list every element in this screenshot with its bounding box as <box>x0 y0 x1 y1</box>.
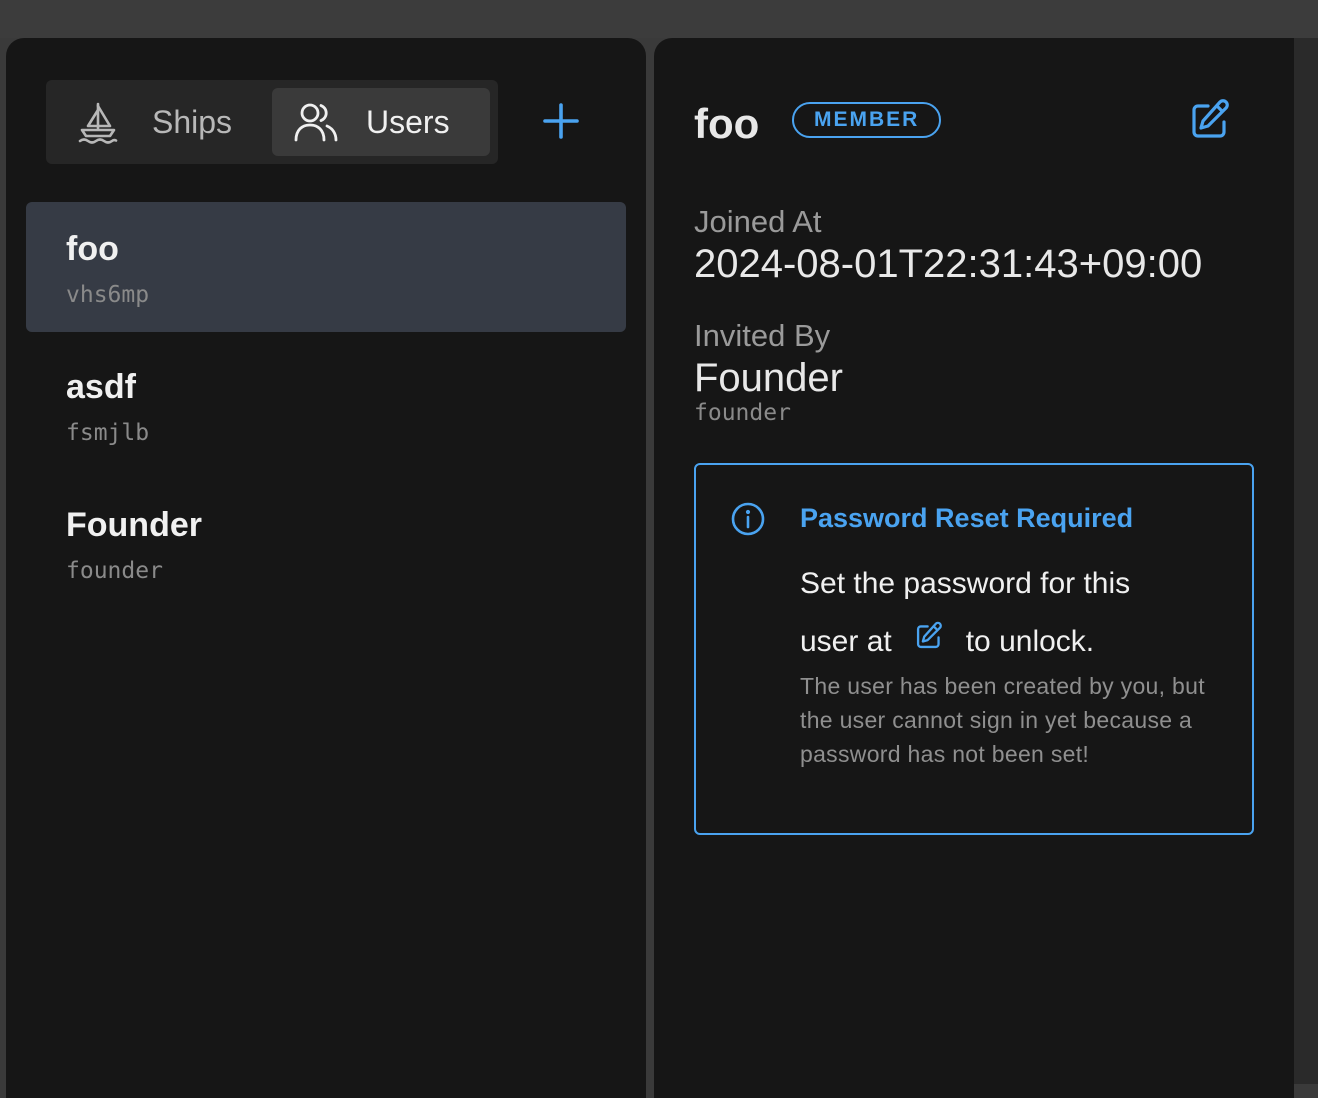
edit-icon <box>1188 98 1232 147</box>
notice-description: The user has been created by you, but th… <box>800 673 1205 767</box>
window-top-strip <box>0 0 1318 38</box>
tab-ships[interactable]: Ships <box>54 88 264 156</box>
joined-at-value: 2024-08-01T22:31:43+09:00 <box>694 242 1203 286</box>
list-item[interactable]: Founder founder <box>26 478 626 608</box>
user-name: asdf <box>66 368 136 406</box>
joined-at-label: Joined At <box>694 204 822 239</box>
password-reset-notice: Password Reset Required Set the password… <box>694 463 1254 835</box>
user-name: Founder <box>66 506 202 544</box>
user-list: foo vhs6mp asdf fsmjlb Founder founder <box>26 202 626 616</box>
status-badge: MEMBER <box>792 102 942 138</box>
user-detail-panel: foo MEMBER Joined At 2024-08-01T22:31:43… <box>654 38 1294 1098</box>
tab-users[interactable]: Users <box>272 88 490 156</box>
info-icon <box>730 501 766 537</box>
notice-message-post: to unlock. <box>965 625 1095 658</box>
user-name: foo <box>66 230 119 268</box>
notice-message-line2: user at to unlock. <box>800 621 1095 659</box>
users-icon <box>290 96 342 148</box>
tab-ships-label: Ships <box>152 103 233 140</box>
users-sidebar: Ships Users foo vhs6mp asdf fsmjlb Found… <box>6 38 646 1098</box>
plus-icon <box>541 101 581 146</box>
adjacent-panel-edge <box>1294 38 1318 1084</box>
user-id: vhs6mp <box>66 282 150 308</box>
add-user-button[interactable] <box>536 98 586 148</box>
invited-by-label: Invited By <box>694 318 831 353</box>
list-item[interactable]: asdf fsmjlb <box>26 340 626 470</box>
sailboat-icon <box>72 96 124 148</box>
edit-icon <box>914 621 944 651</box>
user-id: fsmjlb <box>66 420 150 446</box>
notice-message-line1: Set the password for this <box>800 567 1131 600</box>
invited-by-id: founder <box>694 400 791 426</box>
tab-users-label: Users <box>366 103 450 140</box>
page-title: foo <box>694 100 760 147</box>
notice-message-pre: user at <box>800 625 892 658</box>
section-switcher: Ships Users <box>46 80 498 164</box>
user-id: founder <box>66 558 163 584</box>
edit-user-button[interactable] <box>1186 98 1234 146</box>
list-item[interactable]: foo vhs6mp <box>26 202 626 332</box>
notice-title: Password Reset Required <box>800 503 1134 533</box>
invited-by-name: Founder <box>694 356 843 400</box>
